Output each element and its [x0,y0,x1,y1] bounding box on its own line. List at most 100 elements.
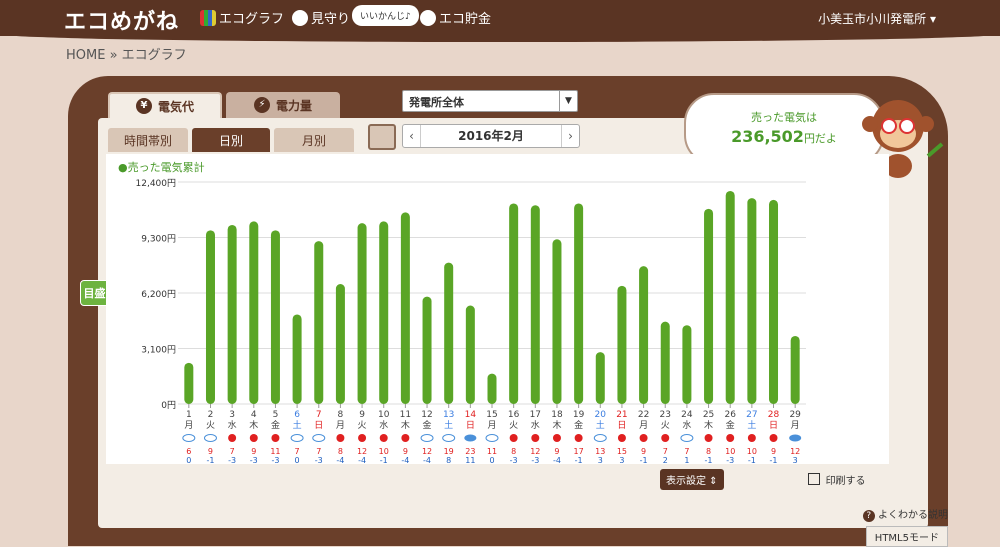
day-label: 21 [616,410,627,420]
weekday-label: 火 [358,420,367,431]
rain-icon [789,434,802,442]
day-label: 17 [530,410,541,420]
chevron-down-icon: ▼ [559,91,577,111]
sun-icon [509,434,518,442]
prev-month-button[interactable]: ‹ [403,125,421,147]
bar [574,203,584,404]
bar [747,198,757,404]
low-temp: -4 [358,456,366,464]
print-label: 印刷する [825,475,866,487]
day-label: 26 [724,410,736,420]
weekday-label: 日 [769,420,778,431]
weekday-label: 木 [552,419,561,431]
weekday-label: 月 [639,420,648,431]
sun-icon [661,434,670,442]
cloud-icon [680,434,694,442]
sun-icon [552,434,561,442]
bar [465,305,475,404]
date-picker: ‹ 2016年2月 › [402,124,580,148]
subtab-monthly[interactable]: 月別 [274,128,354,152]
weekday-label: 土 [444,419,453,431]
day-label: 12 [421,410,432,420]
site-select[interactable]: 発電所全体 ▼ [402,90,578,112]
tab-cost[interactable]: ¥ 電気代 [108,92,222,118]
cloud-icon [442,434,456,442]
low-temp: -3 [315,456,323,464]
day-label: 22 [638,410,649,420]
high-temp: 7 [295,447,300,456]
status-bubble: いいかんじ♪ [352,5,419,26]
day-label: 10 [378,410,390,420]
day-label: 23 [660,410,671,420]
low-temp: 8 [446,456,451,464]
bar [682,325,692,404]
top-bar: エコめがね エコグラフ 見守り いいかんじ♪ エコ貯金 小美玉市小川発電所 ▾ [0,0,1000,42]
low-temp: -1 [770,456,778,464]
high-temp: 8 [706,447,711,456]
high-temp: 19 [444,447,454,456]
low-temp: -1 [206,456,214,464]
calendar-icon[interactable] [368,124,396,150]
nav-mimamori[interactable]: 見守り [292,8,350,27]
subtab-hourly[interactable]: 時間帯別 [108,128,188,152]
sun-icon [617,434,626,442]
subtab-daily[interactable]: 日別 [192,128,270,152]
low-temp: 0 [186,456,191,464]
weekday-label: 水 [682,419,691,431]
day-label: 7 [316,410,322,420]
day-label: 4 [251,410,257,420]
day-label: 2 [208,410,214,420]
weekday-label: 金 [574,419,583,431]
low-temp: -1 [748,456,756,464]
print-button[interactable]: 印刷する [807,472,866,487]
date-label: 2016年2月 [458,129,524,143]
magnifier-icon [292,9,308,26]
day-label: 29 [789,410,801,420]
station-dropdown[interactable]: 小美玉市小川発電所 ▾ [818,10,936,27]
nav-ecograph[interactable]: エコグラフ [200,8,284,27]
high-temp: 10 [747,447,757,456]
yen-icon: ¥ [135,98,152,114]
low-temp: -3 [531,456,539,464]
faq-link[interactable]: ? よくわかる説明 [862,506,948,522]
low-temp: -1 [705,456,713,464]
bar [270,230,280,404]
bar [314,241,324,404]
high-temp: 9 [771,447,776,456]
day-label: 27 [746,410,757,420]
bar [617,285,627,404]
high-temp: 7 [316,447,321,456]
tab-label: 電力量 [275,98,312,113]
high-temp: 9 [403,447,408,456]
low-temp: 0 [489,456,494,464]
day-label: 3 [229,410,235,420]
tab-label: 電気代 [157,99,194,114]
cloud-icon [420,434,434,442]
low-temp: -1 [640,456,648,464]
tab-power[interactable]: ⚡ 電力量 [226,92,340,118]
y-tick-label: 9,300円 [141,234,176,245]
chart-area: ●売った電気累計 12,400円 9,300円 6,200円 3,100円 0円 1 月 6 0… [106,154,889,465]
day-label: 6 [294,410,300,420]
html5-mode-button[interactable]: HTML5モード [865,526,948,547]
nav-eco-savings[interactable]: エコ貯金 [420,8,491,27]
high-temp: 7 [684,447,689,456]
low-temp: 2 [663,456,668,464]
day-label: 1 [186,410,192,420]
coin-icon [420,9,436,26]
day-label: 19 [573,410,585,420]
bar [639,266,649,404]
weekday-label: 月 [336,420,345,431]
cloud-icon [485,434,499,442]
logo[interactable]: エコめがね [64,4,179,36]
low-temp: -4 [336,456,344,464]
rain-icon [464,434,477,442]
bar [357,223,367,404]
sun-icon [228,434,237,442]
help-icon: ? [862,510,875,522]
bar [790,335,800,404]
next-month-button[interactable]: › [561,125,579,147]
display-settings-button[interactable]: 表示設定 ⇕ [660,468,724,490]
weekday-label: 水 [379,419,388,431]
bar [400,212,410,404]
